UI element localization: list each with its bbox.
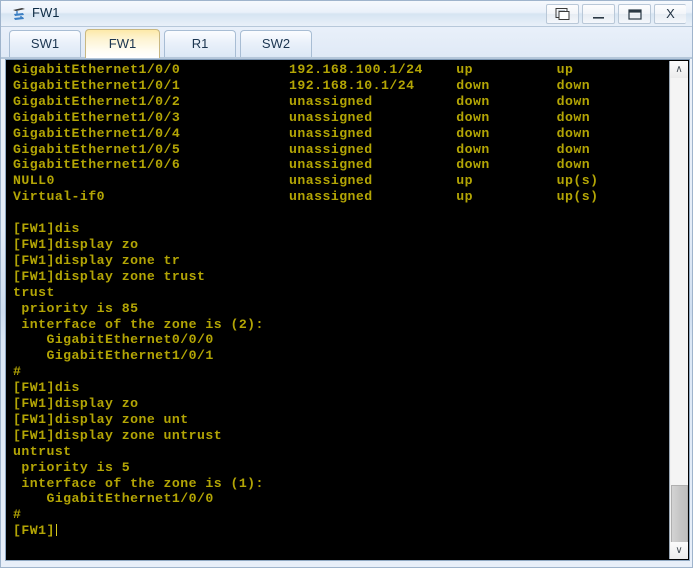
- chevron-down-icon: ∨: [675, 545, 683, 556]
- terminal-text: GigabitEthernet1/0/0 192.168.100.1/24 up…: [13, 62, 599, 539]
- window-title: FW1: [32, 5, 60, 20]
- tab-r1[interactable]: R1: [164, 30, 236, 57]
- tab-label: SW1: [30, 36, 60, 51]
- ensp-device-icon: [11, 6, 27, 22]
- scrollbar-thumb[interactable]: [671, 485, 688, 549]
- device-tab-strip: SW1 FW1 R1 SW2: [1, 27, 692, 59]
- terminal-cursor: [55, 524, 57, 537]
- chevron-up-icon: ∧: [675, 64, 683, 75]
- restore-window-button[interactable]: [546, 4, 579, 24]
- tab-fw1[interactable]: FW1: [85, 29, 160, 58]
- terminal-window: FW1 X SW1 FW1 R1 SW2 GigabitEthernet1/0/…: [0, 0, 693, 568]
- terminal-output[interactable]: GigabitEthernet1/0/0 192.168.100.1/24 up…: [6, 60, 669, 560]
- terminal-vertical-scrollbar[interactable]: ∧ ∨: [669, 61, 688, 559]
- maximize-window-button[interactable]: [618, 4, 651, 24]
- title-bar[interactable]: FW1 X: [1, 1, 692, 27]
- close-window-button[interactable]: X: [654, 4, 686, 24]
- scrollbar-track[interactable]: [671, 78, 688, 542]
- tab-sw1[interactable]: SW1: [9, 30, 81, 57]
- scroll-up-button[interactable]: ∧: [670, 61, 688, 78]
- close-icon: X: [666, 6, 675, 21]
- tab-sw2[interactable]: SW2: [240, 30, 312, 57]
- minimize-window-button[interactable]: [582, 4, 615, 24]
- terminal-frame: GigabitEthernet1/0/0 192.168.100.1/24 up…: [5, 59, 690, 561]
- tab-label: FW1: [108, 36, 137, 51]
- scroll-down-button[interactable]: ∨: [670, 542, 688, 559]
- tab-label: SW2: [261, 36, 291, 51]
- tab-label: R1: [191, 36, 209, 51]
